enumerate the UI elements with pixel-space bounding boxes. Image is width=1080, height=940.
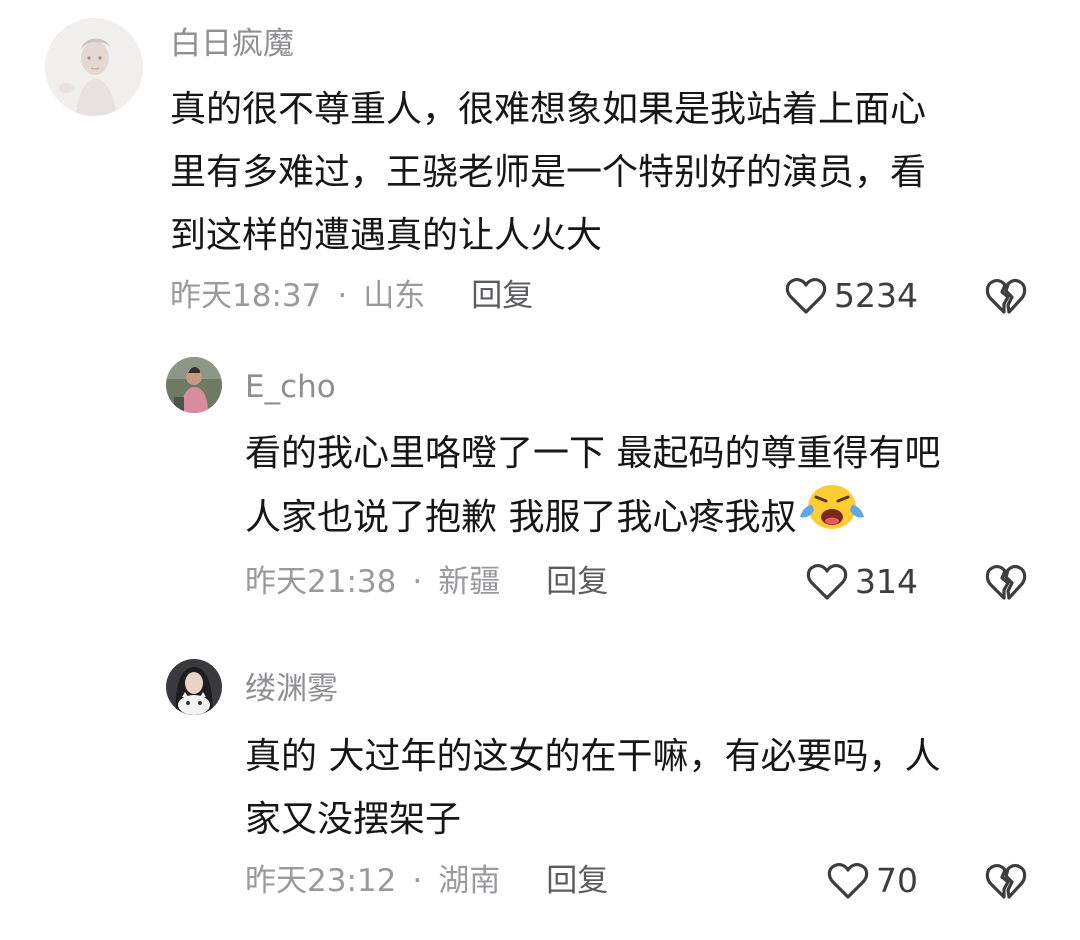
username[interactable]: 缕渊雾 xyxy=(245,669,338,709)
like-button[interactable]: 70 xyxy=(826,859,918,903)
reply-comment-item: 缕渊雾 真的 大过年的这女的在干嘛，有必要吗，人 家又没摆架子 昨天23:12 ·… xyxy=(0,0,1080,940)
comment-text-line: 真的 大过年的这女的在干嘛，有必要吗，人 xyxy=(245,736,941,777)
timestamp: 昨天23:12 xyxy=(245,863,397,899)
like-count: 70 xyxy=(876,861,918,900)
dislike-button[interactable] xyxy=(984,859,1028,903)
comment-meta: 昨天23:12 · 湖南 回复 xyxy=(245,861,608,901)
comment-text-line: 家又没摆架子 xyxy=(245,799,462,840)
reply-button[interactable]: 回复 xyxy=(546,863,608,899)
location: 湖南 xyxy=(438,863,501,899)
avatar[interactable] xyxy=(166,659,222,715)
separator-dot: · xyxy=(412,863,423,899)
comment-text: 真的 大过年的这女的在干嘛，有必要吗，人 家又没摆架子 xyxy=(245,725,940,851)
broken-heart-icon xyxy=(985,863,1027,899)
heart-outline-icon xyxy=(827,863,869,899)
